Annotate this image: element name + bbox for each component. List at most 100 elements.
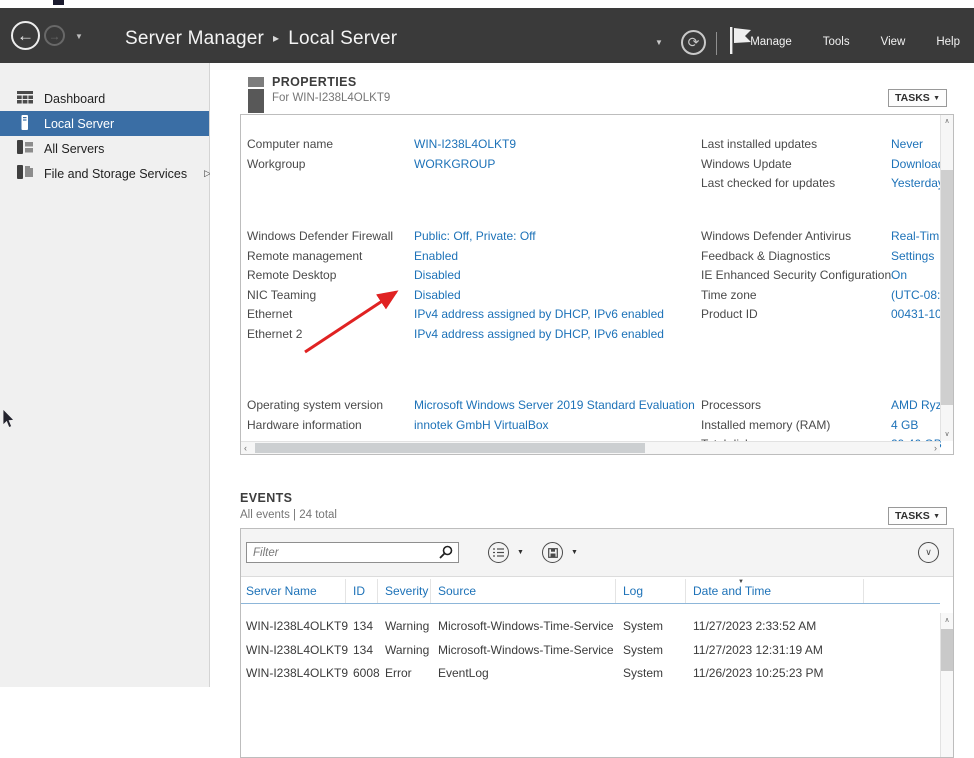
sidebar-item-label: Local Server: [44, 117, 114, 131]
forward-button[interactable]: →: [44, 25, 65, 46]
event-cell: Warning: [385, 643, 429, 657]
sidebar-item-local-server[interactable]: Local Server: [0, 111, 209, 136]
sidebar-item-file-and-storage-services[interactable]: File and Storage Services▷: [0, 161, 209, 186]
property-row: Feedback & DiagnosticsSettings: [701, 249, 942, 269]
properties-server-icon: [248, 77, 265, 118]
events-tasks-button[interactable]: TASKS▼: [888, 507, 947, 525]
property-value-link[interactable]: Download: [891, 157, 942, 171]
menu-view[interactable]: View: [881, 36, 906, 48]
property-value-link[interactable]: IPv4 address assigned by DHCP, IPv6 enab…: [414, 327, 664, 341]
event-row[interactable]: WIN-I238L4OLKT9134WarningMicrosoft-Windo…: [241, 615, 940, 639]
property-value-link[interactable]: innotek GmbH VirtualBox: [414, 418, 549, 432]
back-arrow-icon: ←: [17, 26, 34, 46]
scroll-up-icon[interactable]: ∧: [941, 115, 953, 128]
properties-horizontal-scrollbar[interactable]: ‹ ›: [241, 441, 940, 454]
property-value-link[interactable]: Real-Tim: [891, 229, 942, 243]
breadcrumb-separator-icon: ▸: [273, 31, 279, 45]
property-value-link[interactable]: 00431-10: [891, 307, 942, 321]
list-icon: [493, 548, 504, 557]
event-cell: Microsoft-Windows-Time-Service: [438, 643, 614, 657]
breadcrumb-root[interactable]: Server Manager: [125, 28, 264, 49]
tasks-caret-icon: ▼: [933, 95, 940, 102]
scrollbar-thumb[interactable]: [941, 629, 953, 671]
property-value-link[interactable]: Microsoft Windows Server 2019 Standard E…: [414, 398, 695, 412]
property-value-link[interactable]: WORKGROUP: [414, 157, 495, 171]
query-list-caret-icon[interactable]: ▼: [517, 549, 524, 556]
property-group: Computer nameWIN-I238L4OLKT9WorkgroupWOR…: [247, 137, 692, 176]
menu-manage[interactable]: Manage: [750, 36, 792, 48]
breadcrumb: Server Manager ▸ Local Server: [125, 28, 397, 50]
sidebar-item-all-servers[interactable]: All Servers: [0, 136, 209, 161]
scroll-right-icon[interactable]: ›: [934, 442, 937, 454]
all-servers-icon: [17, 140, 33, 157]
column-header-server-name[interactable]: Server Name: [246, 584, 317, 598]
scroll-up-icon[interactable]: ∧: [941, 614, 953, 627]
sidebar-item-label: All Servers: [44, 142, 104, 156]
save-query-caret-icon[interactable]: ▼: [571, 549, 578, 556]
forward-arrow-icon: →: [49, 29, 61, 43]
property-value-link[interactable]: WIN-I238L4OLKT9: [414, 137, 516, 151]
event-cell: Error: [385, 666, 412, 680]
property-label: Hardware information: [247, 418, 362, 432]
breadcrumb-current: Local Server: [288, 28, 397, 49]
property-value-link[interactable]: IPv4 address assigned by DHCP, IPv6 enab…: [414, 307, 664, 321]
sidebar-item-label: File and Storage Services: [44, 167, 187, 181]
scrollbar-thumb[interactable]: [941, 170, 953, 405]
property-value-link[interactable]: Disabled: [414, 268, 461, 282]
column-header-severity[interactable]: Severity: [385, 584, 428, 598]
event-cell: System: [623, 666, 663, 680]
back-button[interactable]: ←: [11, 21, 40, 50]
column-header-log[interactable]: Log: [623, 584, 643, 598]
search-icon[interactable]: [439, 545, 453, 564]
events-toolbar: ▼ ▼ ∨: [241, 529, 953, 577]
property-value-link[interactable]: Disabled: [414, 288, 461, 302]
menu-tools[interactable]: Tools: [823, 36, 850, 48]
property-value-link[interactable]: Yesterday: [891, 176, 942, 190]
scroll-left-icon[interactable]: ‹: [244, 442, 247, 454]
nav-history-caret-icon[interactable]: ▼: [75, 32, 83, 41]
events-title: EVENTS: [240, 491, 292, 505]
property-value-link[interactable]: (UTC-08:0: [891, 288, 942, 302]
query-list-button[interactable]: [488, 542, 509, 563]
property-value-link[interactable]: AMD Ryz: [891, 398, 942, 412]
sort-caret-icon[interactable]: ▼: [738, 579, 744, 585]
property-row: Operating system versionMicrosoft Window…: [247, 398, 692, 418]
property-label: NIC Teaming: [247, 288, 316, 302]
save-query-button[interactable]: [542, 542, 563, 563]
sidebar: Dashboard Local Server All Servers File and…: [0, 63, 210, 687]
property-value-link[interactable]: Settings: [891, 249, 942, 263]
dashboard-icon: [17, 91, 33, 107]
collapse-pane-button[interactable]: ∨: [918, 542, 939, 563]
events-pane: ▼ ▼ ∨ Server Name ID Severity Source Log Date…: [240, 528, 954, 758]
event-row[interactable]: WIN-I238L4OLKT96008ErrorEventLogSystem11…: [241, 662, 940, 686]
server-dropdown-caret-icon[interactable]: ▼: [655, 38, 663, 47]
refresh-button[interactable]: ⟳: [681, 30, 706, 55]
event-row[interactable]: WIN-I238L4OLKT9134WarningMicrosoft-Windo…: [241, 639, 940, 663]
property-value-link[interactable]: On: [891, 268, 942, 282]
column-header-id[interactable]: ID: [353, 584, 365, 598]
column-header-date-and-time[interactable]: Date and Time: [693, 584, 771, 598]
filter-input[interactable]: [246, 542, 459, 563]
property-label: Installed memory (RAM): [701, 418, 830, 432]
property-value-link[interactable]: Never: [891, 137, 942, 151]
sidebar-item-dashboard[interactable]: Dashboard: [0, 86, 209, 111]
mouse-cursor: [2, 408, 16, 434]
properties-tasks-button[interactable]: TASKS▼: [888, 89, 947, 107]
property-value-link[interactable]: Public: Off, Private: Off: [414, 229, 536, 243]
event-cell: Warning: [385, 619, 429, 633]
property-row: Windows Defender FirewallPublic: Off, Pr…: [247, 229, 692, 249]
event-cell: 134: [353, 643, 373, 657]
scrollbar-thumb[interactable]: [255, 443, 645, 453]
properties-vertical-scrollbar[interactable]: ∧ ∨: [940, 115, 953, 441]
menu-help[interactable]: Help: [936, 36, 960, 48]
property-value-link[interactable]: Enabled: [414, 249, 458, 263]
events-vertical-scrollbar[interactable]: ∧: [940, 613, 953, 757]
column-header-source[interactable]: Source: [438, 584, 476, 598]
events-tasks-label: TASKS: [895, 510, 930, 522]
property-row: Remote DesktopDisabled: [247, 268, 692, 288]
properties-title: PROPERTIES: [272, 75, 357, 89]
scroll-down-icon[interactable]: ∨: [941, 428, 953, 441]
property-value-link[interactable]: 4 GB: [891, 418, 942, 432]
notifications-flag-icon[interactable]: [730, 27, 752, 59]
property-label: Product ID: [701, 307, 758, 321]
